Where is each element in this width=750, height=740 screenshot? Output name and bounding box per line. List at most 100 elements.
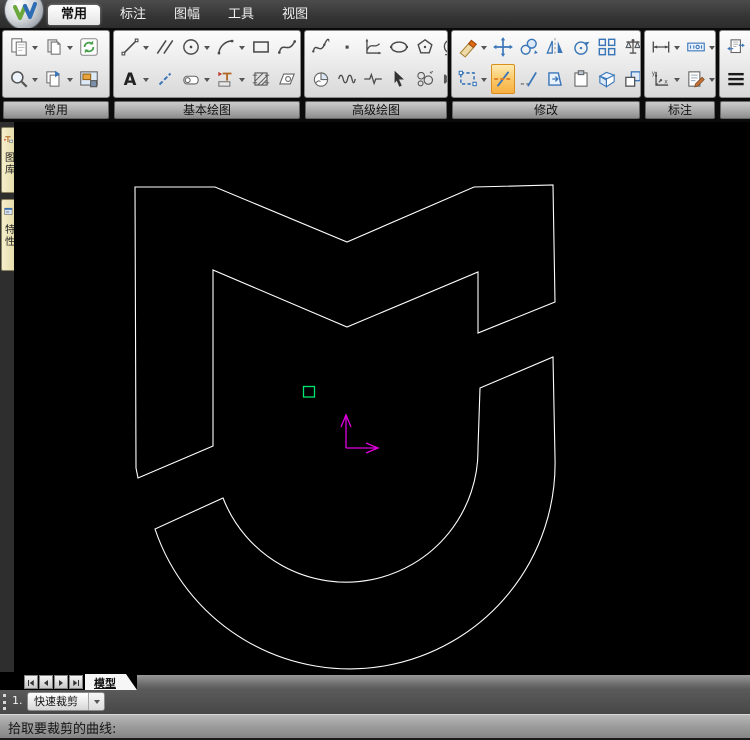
paste2-button[interactable]: [569, 64, 593, 94]
extend-button[interactable]: [517, 64, 541, 94]
erase-dropdown[interactable]: [479, 36, 488, 58]
command-combobox-dropdown[interactable]: [88, 693, 104, 710]
nav-next-button[interactable]: [54, 675, 68, 689]
display-button[interactable]: [77, 64, 101, 94]
paste-button[interactable]: [7, 32, 40, 62]
textedit-dropdown[interactable]: [707, 68, 716, 90]
nav-prev-button[interactable]: [39, 675, 53, 689]
zoom-dropdown[interactable]: [30, 68, 39, 90]
paste-dropdown[interactable]: [30, 36, 39, 58]
view3d-button[interactable]: [595, 64, 619, 94]
trim-icon: [492, 68, 514, 90]
ellipse-button[interactable]: [387, 32, 411, 62]
ribbon-row: [645, 31, 715, 63]
ellipse-icon: [388, 36, 410, 58]
profile-dropdown[interactable]: [202, 68, 211, 90]
mirror-button[interactable]: [543, 32, 567, 62]
ribbon-group-box: [304, 30, 448, 98]
text-button[interactable]: A: [118, 64, 151, 94]
ribbon-group-box: [2, 30, 110, 98]
move-button[interactable]: [491, 32, 515, 62]
coorddim-dropdown[interactable]: [707, 36, 716, 58]
array-icon: [596, 36, 618, 58]
region-button[interactable]: [275, 64, 299, 94]
pick-button[interactable]: [387, 64, 411, 94]
menu-tab-1[interactable]: 常用: [48, 5, 100, 25]
textedit-button[interactable]: [684, 64, 716, 94]
select-button[interactable]: [456, 64, 489, 94]
dim-icon: [650, 36, 672, 58]
curve-icon: [310, 36, 332, 58]
sidebar-tab-2[interactable]: 特性: [1, 199, 14, 271]
line-dropdown[interactable]: [141, 36, 150, 58]
menu-tab-4[interactable]: 工具: [214, 2, 268, 28]
command-combobox[interactable]: 快速裁剪: [27, 692, 105, 711]
menu-tab-5[interactable]: 视图: [268, 2, 322, 28]
sidebar-tab-1[interactable]: 图库: [1, 127, 14, 193]
select-dropdown[interactable]: [479, 68, 488, 90]
sketchline-button[interactable]: [153, 64, 177, 94]
bubble-button[interactable]: [413, 64, 437, 94]
angdim-button[interactable]: yx: [649, 64, 682, 94]
refresh-button[interactable]: [77, 32, 101, 62]
rectangle-button[interactable]: [249, 32, 273, 62]
model-sheet-tab[interactable]: 模型: [85, 674, 139, 690]
sector-button[interactable]: [309, 64, 333, 94]
circle-dropdown[interactable]: [202, 36, 211, 58]
block-button[interactable]: [214, 64, 247, 94]
dim-dropdown[interactable]: [672, 36, 681, 58]
sheet-tab-strip: 模型: [0, 672, 750, 690]
profile-button[interactable]: [179, 64, 212, 94]
nav-first-button[interactable]: [24, 675, 38, 689]
circle-button[interactable]: [179, 32, 212, 62]
array-button[interactable]: [595, 32, 619, 62]
polygon-icon: [414, 36, 436, 58]
arc-button[interactable]: [214, 32, 247, 62]
pan-button[interactable]: [42, 64, 75, 94]
arc-dropdown[interactable]: [237, 36, 246, 58]
drawing-canvas[interactable]: [14, 122, 750, 672]
menu-tab-2[interactable]: 标注: [106, 2, 160, 28]
origin-axes: [346, 415, 378, 448]
copy-button[interactable]: [42, 32, 75, 62]
menu-tab-3[interactable]: 图幅: [160, 2, 214, 28]
pan-dropdown[interactable]: [65, 68, 74, 90]
formula-button[interactable]: [439, 32, 448, 62]
spline-button[interactable]: [275, 32, 299, 62]
dim-button[interactable]: [649, 32, 682, 62]
graph-button[interactable]: [361, 32, 385, 62]
parallel-button[interactable]: [153, 32, 177, 62]
angdim-dropdown[interactable]: [672, 68, 681, 90]
hatch-button[interactable]: [249, 64, 273, 94]
scale-button[interactable]: [621, 32, 641, 62]
copy2-button[interactable]: [517, 32, 541, 62]
trim-button[interactable]: [491, 64, 515, 94]
rotate-button[interactable]: [569, 32, 593, 62]
point-button[interactable]: [335, 32, 359, 62]
nav-last-button[interactable]: [69, 675, 83, 689]
polygon-button[interactable]: [413, 32, 437, 62]
block-dropdown[interactable]: [237, 68, 246, 90]
zoom-button[interactable]: [7, 64, 40, 94]
solid-icon: [440, 68, 448, 90]
coorddim-button[interactable]: [684, 32, 716, 62]
stretch-button[interactable]: [543, 64, 567, 94]
coorddim-icon: [685, 36, 707, 58]
zoom-icon: [8, 68, 30, 90]
text-dropdown[interactable]: [141, 68, 150, 90]
rotate-icon: [570, 36, 592, 58]
erase-button[interactable]: [456, 32, 489, 62]
command-bar-grip[interactable]: [3, 694, 9, 710]
app-logo-icon[interactable]: [4, 0, 44, 28]
wave-button[interactable]: [335, 64, 359, 94]
solid-button[interactable]: [439, 64, 448, 94]
frame-button[interactable]: [724, 32, 748, 62]
menu-button[interactable]: [724, 64, 748, 94]
extend-icon: [518, 68, 540, 90]
copy-dropdown[interactable]: [65, 36, 74, 58]
corner-button[interactable]: [621, 64, 641, 94]
curve-button[interactable]: [309, 32, 333, 62]
zigzag-button[interactable]: [361, 64, 385, 94]
line-button[interactable]: [118, 32, 151, 62]
library-icon: [3, 130, 14, 149]
